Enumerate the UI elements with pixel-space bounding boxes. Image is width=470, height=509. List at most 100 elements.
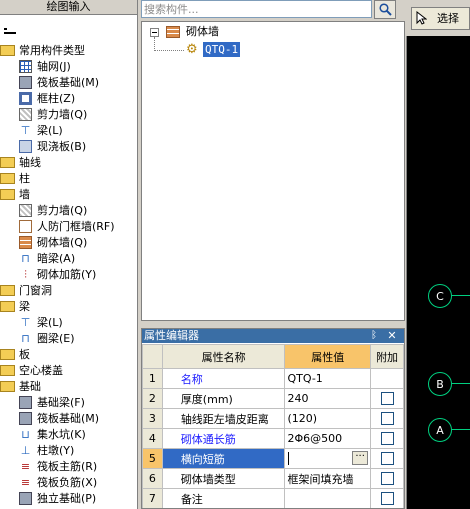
property-row[interactable]: 1 名称 QTQ-1: [142, 368, 404, 389]
property-name: 厚度(mm): [161, 388, 286, 409]
tree-label: 基础梁(F): [37, 396, 85, 409]
tree-item[interactable]: ⊤ 梁(L): [19, 315, 63, 331]
search-box: [141, 0, 372, 18]
property-value[interactable]: 框架间填充墙: [284, 468, 372, 489]
property-row[interactable]: 3 轴线距左墙皮距离 (120): [142, 408, 404, 429]
property-row[interactable]: 2 厚度(mm) 240: [142, 388, 404, 409]
property-name: 砌体通长筋: [161, 428, 286, 449]
additional-cell: [370, 408, 404, 429]
tree-item[interactable]: ⊥ 柱墩(Y): [19, 443, 75, 459]
tree-item[interactable]: 现浇板(B): [19, 139, 86, 155]
property-value[interactable]: ···: [284, 448, 372, 469]
property-row[interactable]: 4 砌体通长筋 2Φ6@500: [142, 428, 404, 449]
axis-line: [451, 295, 470, 296]
collapse-toggle-icon[interactable]: [150, 28, 159, 37]
tree-item[interactable]: ≡ 筏板负筋(X): [19, 475, 97, 491]
component-icon: ⊓: [21, 251, 30, 265]
property-row[interactable]: 6 砌体墙类型 框架间填充墙: [142, 468, 404, 489]
tree-category[interactable]: 轴线: [0, 155, 41, 171]
drawing-input-tab[interactable]: 绘图输入: [0, 0, 137, 15]
component-icon: [19, 75, 32, 89]
tree-item[interactable]: ⊓ 暗梁(A): [19, 251, 75, 267]
tree-category[interactable]: 门窗洞: [0, 283, 52, 299]
component-icon: ⫶: [24, 267, 27, 281]
component-list-panel: 砌体墙 ⚙ QTQ-1: [141, 21, 405, 321]
tree-item[interactable]: 筏板基础(M): [19, 411, 99, 427]
tree-category[interactable]: 常用构件类型: [0, 43, 85, 59]
tree-item[interactable]: ⊔ 集水坑(K): [19, 427, 86, 443]
tree-item[interactable]: 筏板基础(M): [19, 75, 99, 91]
axis-line: [451, 429, 470, 430]
search-icon: [379, 3, 392, 16]
tree-item[interactable]: ≡ 筏板主筋(R): [19, 459, 97, 475]
search-input[interactable]: [144, 1, 369, 17]
property-name: 横向短筋: [161, 448, 286, 469]
tree-category[interactable]: 梁: [0, 299, 30, 315]
additional-checkbox[interactable]: [380, 412, 394, 426]
component-icon: ⊓: [21, 331, 30, 345]
tree-category[interactable]: 空心楼盖: [0, 363, 63, 379]
row-number: 1: [142, 368, 163, 389]
tree-root-label[interactable]: 砌体墙: [186, 25, 219, 39]
tree-label: 梁(L): [37, 124, 63, 137]
tree-item[interactable]: 砌体墙(Q): [19, 235, 87, 251]
axis-line: [451, 383, 470, 384]
component-icon: [19, 91, 32, 105]
axis-marker[interactable]: C: [428, 284, 452, 308]
tree-label: 筏板基础(M): [37, 412, 100, 425]
tree-label: 筏板负筋(X): [37, 476, 98, 489]
tree-category[interactable]: 板: [0, 347, 30, 363]
tree-category[interactable]: 基础: [0, 379, 41, 395]
tree-label: 剪力墙(Q): [37, 204, 88, 217]
property-value[interactable]: 2Φ6@500: [284, 428, 372, 449]
additional-header: 附加: [370, 344, 404, 369]
property-row[interactable]: 5 横向短筋 ···: [142, 448, 404, 469]
property-value[interactable]: (120): [284, 408, 372, 429]
component-icon: [19, 59, 32, 73]
tree-connector: [154, 50, 184, 51]
property-name: 砌体墙类型: [161, 468, 286, 489]
tree-item[interactable]: 框柱(Z): [19, 91, 75, 107]
tree-item[interactable]: ⊤ 梁(L): [19, 123, 63, 139]
close-icon[interactable]: ✕: [386, 330, 398, 342]
tree-item[interactable]: 剪力墙(Q): [19, 203, 87, 219]
tree-item[interactable]: ⊓ 圈梁(E): [19, 331, 74, 347]
pin-icon[interactable]: ᛒ: [368, 330, 380, 342]
tree-label: 轴线: [19, 156, 41, 169]
folder-icon: [0, 380, 15, 392]
additional-checkbox[interactable]: [380, 432, 394, 446]
tree-item[interactable]: 剪力墙(Q): [19, 107, 87, 123]
collapse-icon[interactable]: [4, 28, 16, 34]
additional-checkbox[interactable]: [380, 472, 394, 486]
drawing-canvas[interactable]: C BA: [406, 36, 470, 509]
select-button[interactable]: 选择: [411, 7, 470, 30]
tree-label: 梁: [19, 300, 30, 313]
ellipsis-button[interactable]: ···: [352, 451, 369, 465]
tree-item[interactable]: ⫶ 砌体加筋(Y): [19, 267, 96, 283]
axis-marker[interactable]: A: [428, 418, 452, 442]
component-icon: ≡: [20, 475, 31, 489]
tree-label: 筏板主筋(R): [37, 460, 98, 473]
additional-checkbox[interactable]: [380, 452, 394, 466]
tree-label: 砌体墙(Q): [37, 236, 88, 249]
property-value[interactable]: [284, 488, 372, 508]
row-number: 6: [142, 468, 163, 489]
additional-checkbox[interactable]: [380, 492, 394, 506]
additional-checkbox[interactable]: [380, 392, 394, 406]
tree-item[interactable]: 轴网(J): [19, 59, 71, 75]
axis-marker[interactable]: B: [428, 372, 452, 396]
tree-category[interactable]: 柱: [0, 171, 30, 187]
component-icon: [19, 139, 32, 153]
search-button[interactable]: [374, 0, 396, 19]
tree-item[interactable]: 基础梁(F): [19, 395, 85, 411]
tree-label: 梁(L): [37, 316, 63, 329]
tree-label: 柱墩(Y): [37, 444, 75, 457]
text-caret: [288, 452, 290, 465]
tree-item[interactable]: 独立基础(P): [19, 491, 96, 507]
tree-item[interactable]: 人防门框墙(RF): [19, 219, 115, 235]
property-row[interactable]: 7 备注: [142, 488, 404, 508]
property-value[interactable]: QTQ-1: [284, 368, 372, 389]
component-qtq-1[interactable]: QTQ-1: [203, 42, 241, 57]
property-value[interactable]: 240: [284, 388, 372, 409]
tree-category[interactable]: 墙: [0, 187, 30, 203]
